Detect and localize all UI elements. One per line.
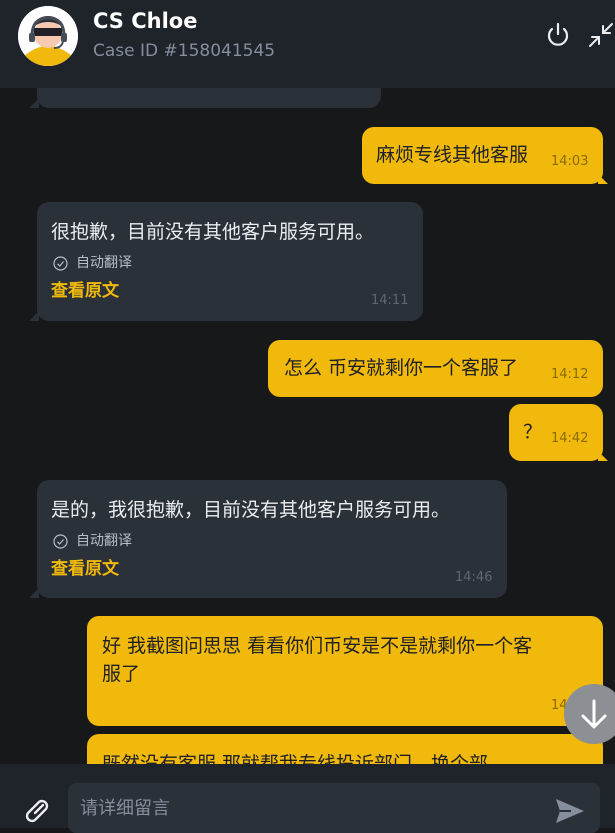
message-time: 14:12 [551, 367, 589, 382]
arrow-down-icon [581, 699, 607, 729]
auto-translate-text: 自动翻译 [76, 255, 132, 271]
check-circle-icon [53, 533, 68, 549]
power-icon [547, 22, 569, 46]
message-time: 14:03 [551, 154, 589, 169]
message-time: 14:11 [371, 293, 409, 308]
auto-translate-label: 自动翻译 [53, 249, 132, 277]
message-bubble-outgoing: 麻烦专线其他客服 14:03 [362, 127, 603, 184]
message-bubble-incoming: 很抱歉，目前没有其他客户服务可用。 自动翻译 查看原文 14:11 [37, 202, 423, 321]
message-text-line-1: 好 我截图问思思 看看你们币安是不是就剩你一个客 [102, 635, 533, 657]
message-text: 麻烦专线其他客服 [376, 144, 529, 166]
minimize-button[interactable] [587, 20, 615, 50]
chat-header: CS Chloe Case ID #158041545 [0, 0, 615, 88]
message-bubble-outgoing: 既然没有客服 那就帮我专线投诉部门，换个部 [87, 734, 603, 764]
case-id: Case ID #158041545 [93, 41, 276, 61]
message-bubble-incoming: 是的，我很抱歉，目前没有其他客户服务可用。 自动翻译 查看原文 14:46 [37, 480, 507, 598]
bubble-tail [598, 451, 608, 461]
view-original-link[interactable]: 查看原文 [51, 277, 119, 305]
message-text: 是的，我很抱歉，目前没有其他客户服务可用。 [51, 499, 451, 521]
link-icon [25, 799, 49, 823]
send-button[interactable] [553, 794, 587, 828]
check-circle-icon [53, 255, 68, 271]
agent-avatar [18, 6, 78, 66]
message-input[interactable] [68, 783, 600, 833]
bubble-tail [598, 174, 608, 184]
message-bubble-outgoing: 怎么 币安就剩你一个客服了 14:12 [268, 340, 603, 397]
message-bubble-partial [37, 88, 381, 108]
send-icon [556, 799, 584, 823]
message-time: 14:46 [455, 570, 493, 585]
view-original-link[interactable]: 查看原文 [51, 555, 119, 583]
message-text: 既然没有客服 那就帮我专线投诉部门，换个部 [102, 753, 489, 764]
end-chat-button[interactable] [543, 20, 573, 50]
attach-button[interactable] [19, 793, 55, 829]
agent-name: CS Chloe [93, 9, 198, 33]
bubble-tail [29, 98, 39, 108]
message-list[interactable]: 麻烦专线其他客服 14:03 很抱歉，目前没有其他客户服务可用。 自动翻译 查看… [0, 88, 615, 764]
message-bubble-outgoing: 好 我截图问思思 看看你们币安是不是就剩你一个客 服了 14:4 [87, 616, 603, 726]
bubble-tail [29, 311, 39, 321]
agent-avatar-icon [18, 6, 78, 66]
message-bubble-outgoing: ？ 14:42 [509, 404, 603, 461]
message-text: 怎么 币安就剩你一个客服了 [284, 357, 519, 379]
message-text: ？ [523, 421, 543, 443]
auto-translate-label: 自动翻译 [53, 527, 132, 555]
bubble-tail [29, 588, 39, 598]
scroll-to-bottom-button[interactable] [564, 684, 615, 744]
auto-translate-text: 自动翻译 [76, 533, 132, 549]
collapse-icon [589, 23, 613, 47]
message-text-line-2: 服了 [102, 663, 141, 685]
message-text: 很抱歉，目前没有其他客户服务可用。 [51, 221, 375, 243]
message-time: 14:42 [551, 431, 589, 446]
